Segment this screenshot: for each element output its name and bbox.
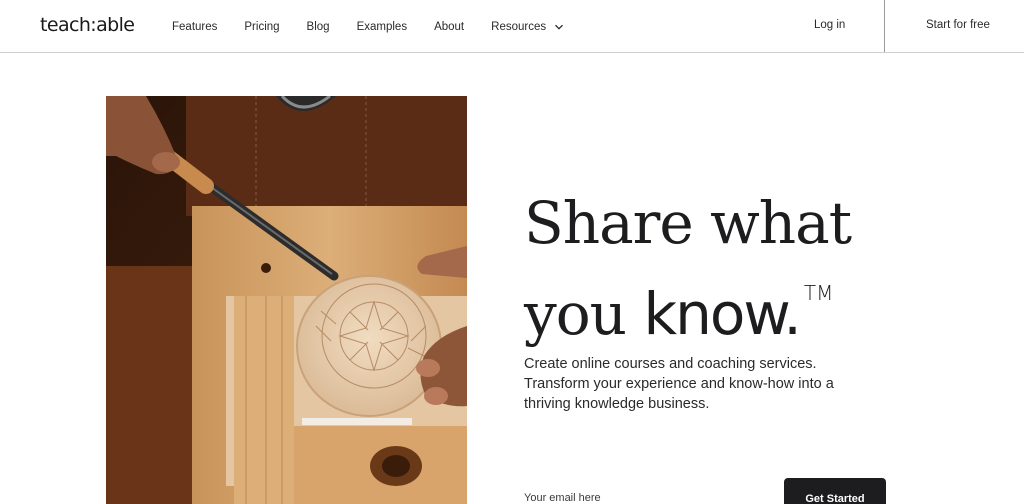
headline-you: you <box>524 280 644 348</box>
nav-about[interactable]: About <box>434 21 464 33</box>
headline-line1: Share what <box>524 189 852 257</box>
hero-subtext: Create online courses and coaching servi… <box>524 356 834 412</box>
nav-blog[interactable]: Blog <box>307 21 330 33</box>
header-divider <box>884 0 885 52</box>
nav-resources[interactable]: Resources <box>491 21 564 33</box>
email-field[interactable] <box>524 488 764 504</box>
nav-resources-label: Resources <box>491 20 547 33</box>
chevron-down-icon <box>555 24 564 30</box>
login-link[interactable]: Log in <box>814 19 845 31</box>
trademark-mark: TM <box>803 281 834 305</box>
hero-headline: Share what you know. TM <box>524 188 944 349</box>
nav-pricing[interactable]: Pricing <box>244 21 279 33</box>
start-for-free-link[interactable]: Start for free <box>926 19 990 31</box>
wood-carving-photo <box>106 96 467 504</box>
headline-know: know. <box>643 280 801 348</box>
site-header: teach:able Features Pricing Blog Example… <box>0 0 1024 53</box>
teachable-logo[interactable]: teach:able <box>40 14 135 36</box>
nav-examples[interactable]: Examples <box>357 21 408 33</box>
nav-features[interactable]: Features <box>172 21 217 33</box>
get-started-button[interactable]: Get Started <box>784 478 886 504</box>
main-nav: Features Pricing Blog Examples About Res… <box>172 0 591 53</box>
wood-carving-illustration <box>106 96 467 504</box>
